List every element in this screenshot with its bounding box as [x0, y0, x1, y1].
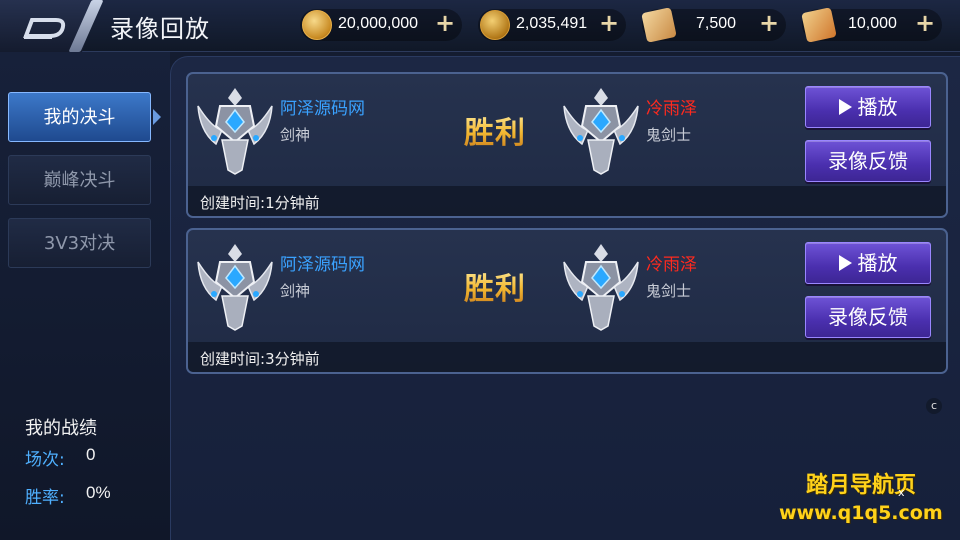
player2-name: 冷雨泽	[646, 99, 697, 119]
active-tab-arrow-icon	[153, 109, 161, 125]
play-label: 播放	[857, 251, 898, 275]
play-button[interactable]: 播放	[805, 242, 931, 284]
currency-value: 7,500	[696, 15, 737, 32]
currency-value: 20,000,000	[338, 15, 419, 32]
created-time-label: 创建时间:	[200, 194, 266, 212]
rank-badge-icon	[197, 88, 273, 175]
card-footer: 创建时间:3分钟前	[188, 342, 946, 372]
tab-peak-duels[interactable]: 巅峰决斗	[8, 155, 151, 205]
currency-locked-scroll: 10,000 +	[801, 7, 942, 43]
page-title: 录像回放	[110, 15, 210, 43]
add-gold-button[interactable]: +	[434, 11, 456, 35]
gold-coin-icon	[302, 10, 332, 40]
currency-value: 2,035,491	[516, 15, 588, 32]
play-button[interactable]: 播放	[805, 86, 931, 128]
currency-gold: 20,000,000 +	[300, 9, 462, 41]
card-footer: 创建时间:1分钟前	[188, 186, 946, 216]
player2-class: 鬼剑士	[646, 282, 692, 300]
top-bar: 录像回放 20,000,000 + 2,035,491 + 7,500 + 10…	[0, 0, 960, 52]
corner-mark[interactable]: c	[926, 398, 942, 414]
play-icon	[838, 255, 852, 271]
winrate-label: 胜率:	[25, 488, 65, 508]
replay-record-card: 阿泽源码网 剑神 胜利 冷雨泽 鬼剑士 播放 录像反馈 创建时间:1分钟前	[186, 72, 948, 218]
matches-value: 0	[86, 445, 96, 464]
watermark-url: www.q1q5.com	[779, 502, 943, 524]
match-result: 胜利	[464, 264, 526, 308]
player1-class: 剑神	[280, 282, 311, 300]
matches-label: 场次:	[25, 450, 65, 470]
player2-class: 鬼剑士	[646, 126, 692, 144]
currency-bound-gold: 2,035,491 +	[478, 9, 626, 41]
bound-coin-icon	[480, 10, 510, 40]
rank-badge-icon	[197, 244, 273, 331]
watermark-close-button[interactable]: x	[898, 486, 905, 499]
add-scroll-button[interactable]: +	[758, 11, 780, 35]
add-locked-scroll-button[interactable]: +	[914, 11, 936, 35]
player1-name: 阿泽源码网	[280, 255, 365, 275]
play-icon	[838, 99, 852, 115]
tab-my-duels[interactable]: 我的决斗	[8, 92, 151, 142]
locked-scroll-icon	[801, 7, 837, 43]
rank-badge-icon	[563, 88, 639, 175]
scroll-icon	[641, 7, 677, 43]
player1-name: 阿泽源码网	[280, 99, 365, 119]
created-time: 创建时间:1分钟前	[200, 192, 320, 213]
play-label: 播放	[857, 95, 898, 119]
add-bound-gold-button[interactable]: +	[598, 11, 620, 35]
replay-feedback-button[interactable]: 录像反馈	[805, 296, 931, 338]
created-time-value: 1分钟前	[265, 194, 320, 212]
player2-name: 冷雨泽	[646, 255, 697, 275]
stats-title: 我的战绩	[25, 418, 97, 439]
tab-3v3[interactable]: 3V3对决	[8, 218, 151, 268]
player1-class: 剑神	[280, 126, 311, 144]
replay-record-card: 阿泽源码网 剑神 胜利 冷雨泽 鬼剑士 播放 录像反馈 创建时间:3分钟前	[186, 228, 948, 374]
match-result: 胜利	[464, 108, 526, 152]
currency-scroll: 7,500 +	[641, 7, 786, 43]
replay-feedback-button[interactable]: 录像反馈	[805, 140, 931, 182]
created-time-label: 创建时间:	[200, 350, 266, 368]
created-time: 创建时间:3分钟前	[200, 348, 320, 369]
currency-value: 10,000	[848, 15, 897, 32]
back-arrow-icon	[23, 18, 66, 39]
winrate-value: 0%	[86, 483, 111, 502]
rank-badge-icon	[563, 244, 639, 331]
created-time-value: 3分钟前	[265, 350, 320, 368]
